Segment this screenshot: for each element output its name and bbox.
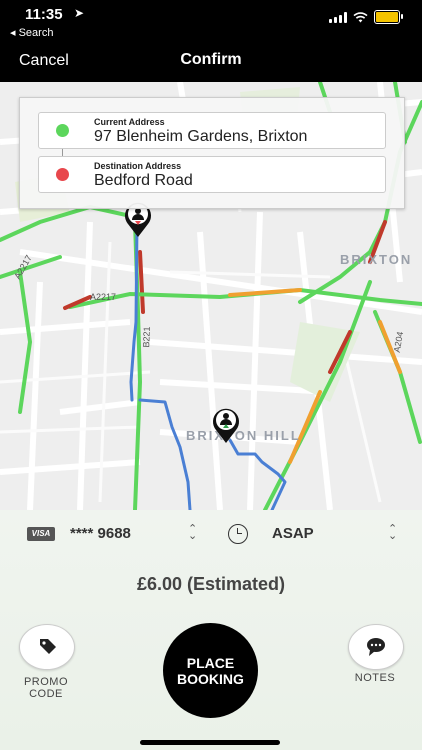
destination-pin-icon[interactable] — [206, 400, 246, 444]
tag-icon — [40, 639, 56, 654]
address-card: Current Address 97 Blenheim Gardens, Bri… — [19, 97, 405, 209]
chat-bubble-icon — [367, 638, 385, 656]
pickup-time-selector[interactable]: ASAP — [272, 525, 314, 542]
clock-icon — [228, 524, 248, 544]
payment-row: VISA **** 9688 ⌃ ⌄ ASAP ⌃ ⌄ — [0, 510, 422, 556]
back-to-search-link[interactable]: ◂ Search — [10, 26, 53, 39]
visa-card-icon[interactable]: VISA — [27, 527, 55, 541]
location-arrow-icon: ➤ — [74, 6, 85, 20]
status-indicators — [329, 10, 403, 24]
estimated-price: £6.00 (Estimated) — [136, 574, 286, 594]
top-bar: 11:35 ➤ ◂ Search Cancel Confirm — [0, 0, 422, 82]
destination-address-field[interactable]: Destination Address Bedford Road — [38, 156, 386, 193]
cellular-signal-icon — [329, 11, 347, 23]
promo-code-label: PROMO CODE — [23, 676, 69, 700]
battery-icon — [374, 10, 403, 24]
road-label: A2217 — [90, 292, 117, 302]
booking-panel: VISA **** 9688 ⌃ ⌄ ASAP ⌃ ⌄ £6.00 (Estimat… — [0, 510, 422, 750]
promo-code-button[interactable] — [19, 624, 75, 670]
wifi-icon — [353, 11, 368, 22]
current-address-value: 97 Blenheim Gardens, Brixton — [94, 128, 308, 145]
pickup-dot-icon — [56, 124, 69, 137]
status-time: 11:35 — [25, 6, 63, 23]
destination-dot-icon — [56, 168, 69, 181]
home-indicator — [140, 740, 280, 745]
time-chevron-icon[interactable]: ⌃ ⌄ — [388, 524, 397, 542]
place-booking-button[interactable]: PLACE BOOKING — [163, 623, 258, 718]
notes-button[interactable] — [348, 624, 404, 670]
destination-address-label: Destination Address — [94, 161, 182, 171]
payment-chevron-icon[interactable]: ⌃ ⌄ — [188, 524, 197, 542]
page-title: Confirm — [180, 51, 242, 68]
destination-address-value: Bedford Road — [94, 172, 193, 189]
payment-card-selector[interactable]: **** 9688 — [70, 525, 131, 542]
notes-label: NOTES — [354, 672, 396, 684]
current-address-field[interactable]: Current Address 97 Blenheim Gardens, Bri… — [38, 112, 386, 149]
current-address-label: Current Address — [94, 117, 165, 127]
road-label: B221 — [141, 326, 152, 348]
map-area-label-brixton: BRIXTON — [340, 252, 413, 267]
